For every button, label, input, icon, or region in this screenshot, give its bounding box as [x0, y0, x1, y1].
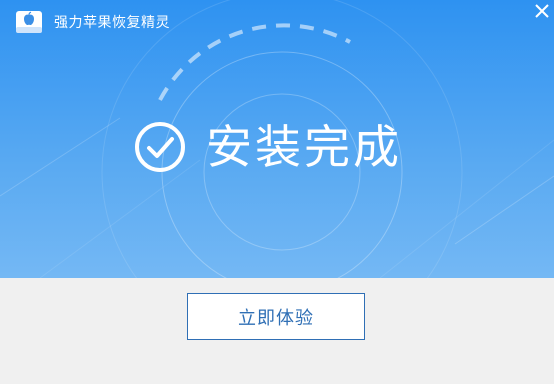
hero-panel: 强力苹果恢复精灵 安装完成	[0, 0, 554, 278]
installer-window: 强力苹果恢复精灵 安装完成 立即体验	[0, 0, 554, 384]
try-now-button[interactable]: 立即体验	[187, 293, 365, 340]
apple-disk-icon	[16, 11, 42, 33]
check-circle-icon	[135, 122, 185, 172]
footer: 立即体验	[0, 278, 554, 384]
close-icon[interactable]	[530, 0, 554, 24]
title-bar: 强力苹果恢复精灵	[0, 0, 554, 34]
window-title: 强力苹果恢复精灵	[54, 15, 170, 31]
status-text: 安装完成	[206, 120, 402, 174]
